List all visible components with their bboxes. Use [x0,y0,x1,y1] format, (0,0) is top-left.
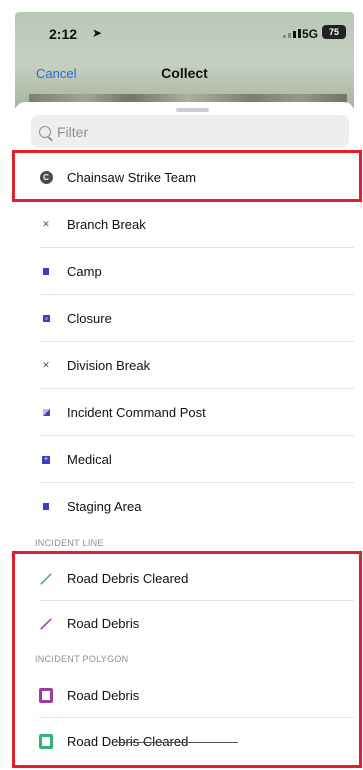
list-item-label: Staging Area [67,499,142,514]
x-mark-icon: ✕ [42,360,50,370]
purple-polygon-icon [39,687,53,703]
list-item-label: Road Debris Cleared [67,733,189,749]
search-icon [39,125,51,138]
plus-square-icon [39,453,53,467]
list-item-label: Closure [67,311,112,326]
list-item-road-debris-cleared-polygon[interactable]: Road Debris Cleared [15,718,354,764]
section-header-incident-polygon: INCIDENT POLYGON [35,654,129,664]
list-item-road-debris-line[interactable]: Road Debris [15,601,354,646]
status-bar: 2:12 ➤ 5G 75 [15,12,354,52]
sheet-grabber[interactable] [176,108,209,112]
half-square-icon [39,406,53,420]
app-frame: 2:12 ➤ 5G 75 Cancel Collect C Chainsaw S… [15,12,354,768]
list-item-staging-area[interactable]: Staging Area [15,483,354,530]
filter-field[interactable] [31,115,349,148]
list-item-branch-break[interactable]: ✕ Branch Break [15,201,354,248]
list-item-division-break[interactable]: ✕ Division Break [15,342,354,389]
collect-sheet: C Chainsaw Strike Team ✕ Branch Break Ca… [15,102,354,768]
list-item-label: Road Debris [67,616,140,631]
list-item-label: Road Debris Cleared [67,571,189,586]
list-item-road-debris-polygon[interactable]: Road Debris [15,672,354,718]
list-item-chainsaw-strike-team[interactable]: C Chainsaw Strike Team [15,154,354,201]
list-item-label: Camp [67,264,102,279]
square-icon [39,265,53,279]
x-mark-icon: ✕ [42,219,50,229]
list-item-camp[interactable]: Camp [15,248,354,295]
list-item-label: Division Break [67,358,151,373]
underline-mark [118,742,238,743]
green-polygon-icon [39,733,53,749]
list-item-label: Chainsaw Strike Team [67,170,197,185]
list-item-incident-command-post[interactable]: Incident Command Post [15,389,354,436]
location-arrow-icon: ➤ [92,26,103,40]
network-label: 5G [302,27,319,41]
list-item-label: Medical [67,452,112,467]
list-item-road-debris-cleared-line[interactable]: Road Debris Cleared [15,556,354,601]
list-item-label: Road Debris [67,687,140,703]
battery-icon: 75 [322,25,346,39]
list-item-closure[interactable]: Closure [15,295,354,342]
square-icon [39,500,53,514]
section-header-incident-line: INCIDENT LINE [35,538,104,548]
feature-template-list: C Chainsaw Strike Team ✕ Branch Break Ca… [15,154,354,764]
signal-icon [283,29,301,38]
list-item-label: Incident Command Post [67,405,206,420]
square-outline-icon [39,312,53,326]
circle-c-icon: C [39,171,53,185]
map-header: 2:12 ➤ 5G 75 Cancel Collect [15,12,354,108]
purple-line-icon [39,617,53,631]
list-item-label: Branch Break [67,217,146,232]
page-title: Collect [161,65,208,81]
list-item-medical[interactable]: Medical [15,436,354,483]
status-time: 2:12 [49,26,78,42]
filter-input[interactable] [57,123,317,140]
green-line-icon [39,572,53,586]
